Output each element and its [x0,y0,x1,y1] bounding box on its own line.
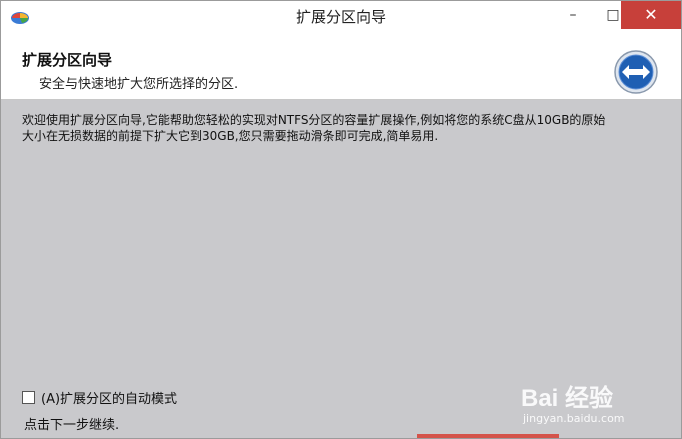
wizard-window: 扩展分区向导 – □ ✕ 扩展分区向导 安全与快速地扩大您所选择的分区. 欢迎使… [0,0,682,439]
auto-mode-label[interactable]: (A)扩展分区的自动模式 [41,388,177,407]
auto-mode-option[interactable]: (A)扩展分区的自动模式 [22,388,177,407]
wizard-content: 欢迎使用扩展分区向导,它能帮助您轻松的实现对NTFS分区的容量扩展操作,例如将您… [1,100,681,438]
wizard-description: 欢迎使用扩展分区向导,它能帮助您轻松的实现对NTFS分区的容量扩展操作,例如将您… [22,113,606,143]
header-subtitle: 安全与快速地扩大您所选择的分区. [39,77,239,92]
minimize-button[interactable]: – [553,1,593,29]
baidu-watermark: Bai 经验 jingyan.baidu.com [521,372,671,432]
watermark-site: jingyan.baidu.com [523,412,625,425]
close-button[interactable]: ✕ [621,1,681,29]
auto-mode-checkbox[interactable] [22,390,35,404]
watermark-logo: Bai 经验 [521,385,614,412]
title-bar[interactable]: 扩展分区向导 – □ ✕ [1,1,681,33]
wizard-header: 扩展分区向导 安全与快速地扩大您所选择的分区. [1,33,681,100]
next-button-edge[interactable] [417,434,559,438]
header-title: 扩展分区向导 [22,51,113,69]
next-hint: 点击下一步继续. [24,418,120,433]
left-right-arrows-icon [614,50,658,94]
